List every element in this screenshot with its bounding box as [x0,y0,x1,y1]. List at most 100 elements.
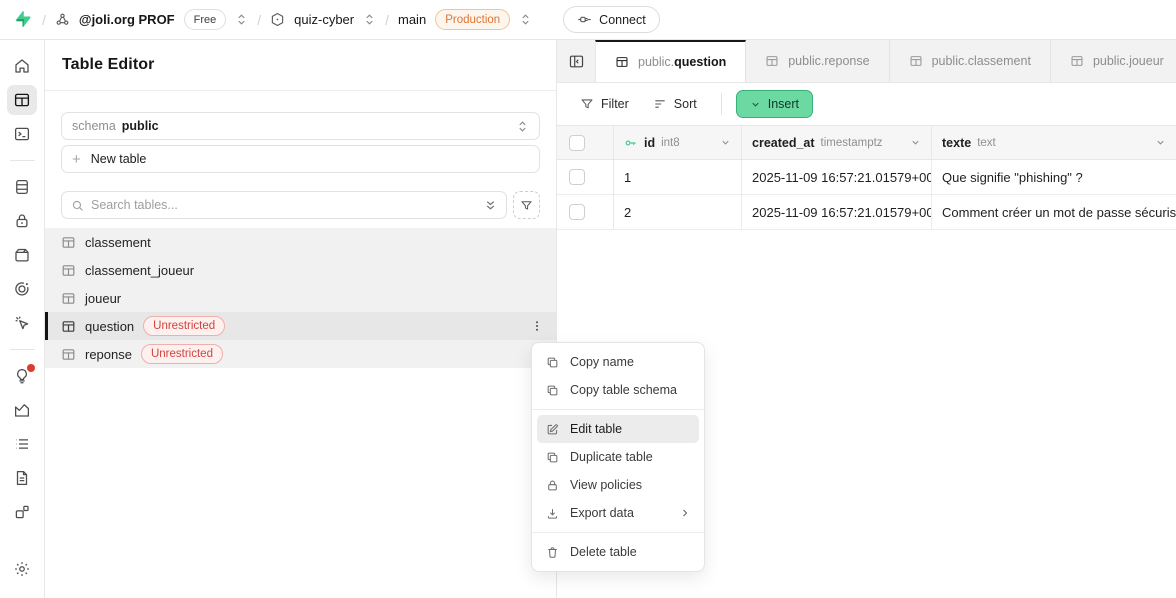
tab-schema-prefix: public. [1093,54,1129,68]
table-editor-panel: Table Editor schema public + New table [45,40,557,598]
breadcrumb-separator: / [385,12,389,28]
grid-row[interactable]: 2 2025-11-09 16:57:21.01579+00 Comment c… [557,195,1176,230]
table-icon [765,54,779,68]
breadcrumb-project[interactable]: quiz-cyber [294,12,354,27]
supabase-logo-icon[interactable] [14,10,33,29]
schema-select[interactable]: schema public [61,112,540,140]
home-icon[interactable] [7,51,37,81]
chevron-down-icon[interactable] [720,137,731,148]
table-list-item[interactable]: joueur [45,284,556,312]
filter-tables-button[interactable] [513,191,540,219]
tab-public-joueur[interactable]: public.joueur [1051,40,1176,82]
new-table-button[interactable]: + New table [61,145,540,173]
menu-item-copy-table-schema[interactable]: Copy table schema [537,376,699,404]
org-switcher-icon[interactable] [235,13,248,26]
cell-created-at[interactable]: 2025-11-09 16:57:21.01579+00 [742,195,932,229]
tab-schema-prefix: public. [788,54,824,68]
search-tables-input[interactable] [91,198,477,212]
database-icon[interactable] [7,172,37,202]
settings-gear-icon[interactable] [7,554,37,584]
grid-row[interactable]: 1 2025-11-09 16:57:21.01579+00 Que signi… [557,160,1176,195]
tab-bar: public.question public.reponse public.cl… [557,40,1176,83]
schema-select-label: schema [72,119,116,133]
table-context-menu: Copy name Copy table schema Edit table D… [531,342,705,572]
lock-icon [545,479,560,492]
menu-item-duplicate-table[interactable]: Duplicate table [537,443,699,471]
column-header-created-at[interactable]: created_at timestamptz [742,126,932,159]
tab-table-name: reponse [824,54,869,68]
table-editor-icon[interactable] [7,85,37,115]
menu-item-label: Export data [570,506,634,520]
column-name: created_at [752,136,815,150]
branch-switcher-icon[interactable] [519,13,532,26]
unrestricted-badge: Unrestricted [141,344,223,364]
menu-item-copy-name[interactable]: Copy name [537,348,699,376]
realtime-cursor-icon[interactable] [7,308,37,338]
column-type: text [977,137,996,149]
tab-schema-prefix: public. [932,54,968,68]
table-list-item[interactable]: reponse Unrestricted [45,340,556,368]
download-icon [545,507,560,520]
sql-editor-icon[interactable] [7,119,37,149]
project-switcher-icon[interactable] [363,13,376,26]
row-select-cell [557,160,614,194]
tab-public-reponse[interactable]: public.reponse [746,40,889,82]
table-icon [61,291,76,306]
chevron-down-icon[interactable] [910,137,921,148]
panel-header: Table Editor [45,40,556,91]
rail-divider [10,160,35,161]
column-header-id[interactable]: id int8 [614,126,742,159]
sort-label: Sort [674,97,697,111]
chevron-down-icon [750,99,761,110]
auth-lock-icon[interactable] [7,206,37,236]
advisors-lightbulb-icon[interactable] [7,361,37,391]
edge-functions-icon[interactable] [7,274,37,304]
tab-public-classement[interactable]: public.classement [890,40,1051,82]
insert-button[interactable]: Insert [736,90,813,118]
cell-texte[interactable]: Comment créer un mot de passe sécurisé [932,195,1176,229]
row-checkbox[interactable] [569,169,585,185]
collapse-all-icon[interactable] [484,199,497,212]
menu-item-delete-table[interactable]: Delete table [537,538,699,566]
notification-dot [27,364,35,372]
table-options-kebab-icon[interactable] [530,319,544,333]
filter-button[interactable]: Filter [570,90,639,118]
menu-item-label: Copy name [570,355,634,369]
cell-id[interactable]: 1 [614,160,742,194]
column-name: texte [942,136,971,150]
api-docs-file-icon[interactable] [7,463,37,493]
menu-item-edit-table[interactable]: Edit table [537,415,699,443]
rail-divider [10,349,35,350]
storage-icon[interactable] [7,240,37,270]
table-list-item[interactable]: classement [45,228,556,256]
table-name: classement [85,235,151,250]
select-all-checkbox[interactable] [569,135,585,151]
menu-item-view-policies[interactable]: View policies [537,471,699,499]
table-list-item[interactable]: classement_joueur [45,256,556,284]
menu-item-label: Copy table schema [570,383,677,397]
chevron-updown-icon [516,120,529,133]
row-checkbox[interactable] [569,204,585,220]
sort-icon [653,97,667,111]
column-header-texte[interactable]: texte text [932,126,1176,159]
menu-divider [532,409,704,410]
cell-created-at[interactable]: 2025-11-09 16:57:21.01579+00 [742,160,932,194]
connect-button[interactable]: Connect [563,6,660,33]
logs-list-icon[interactable] [7,429,37,459]
collapse-sidebar-icon[interactable] [557,40,595,82]
tab-public-question[interactable]: public.question [595,40,746,83]
chevron-down-icon[interactable] [1155,137,1166,148]
sort-button[interactable]: Sort [643,90,707,118]
breadcrumb-org[interactable]: @joli.org PROF [79,12,175,27]
integrations-blocks-icon[interactable] [7,497,37,527]
table-icon [909,54,923,68]
table-list-item-selected[interactable]: question Unrestricted [45,312,556,340]
supabase-app: / @joli.org PROF Free / quiz-cyber / mai… [0,0,1176,598]
cell-texte[interactable]: Que signifie "phishing" ? [932,160,1176,194]
reports-chart-icon[interactable] [7,395,37,425]
breadcrumb-branch[interactable]: main [398,12,426,27]
table-icon [615,55,629,69]
menu-item-export-data[interactable]: Export data [537,499,699,527]
copy-icon [545,356,560,369]
cell-id[interactable]: 2 [614,195,742,229]
